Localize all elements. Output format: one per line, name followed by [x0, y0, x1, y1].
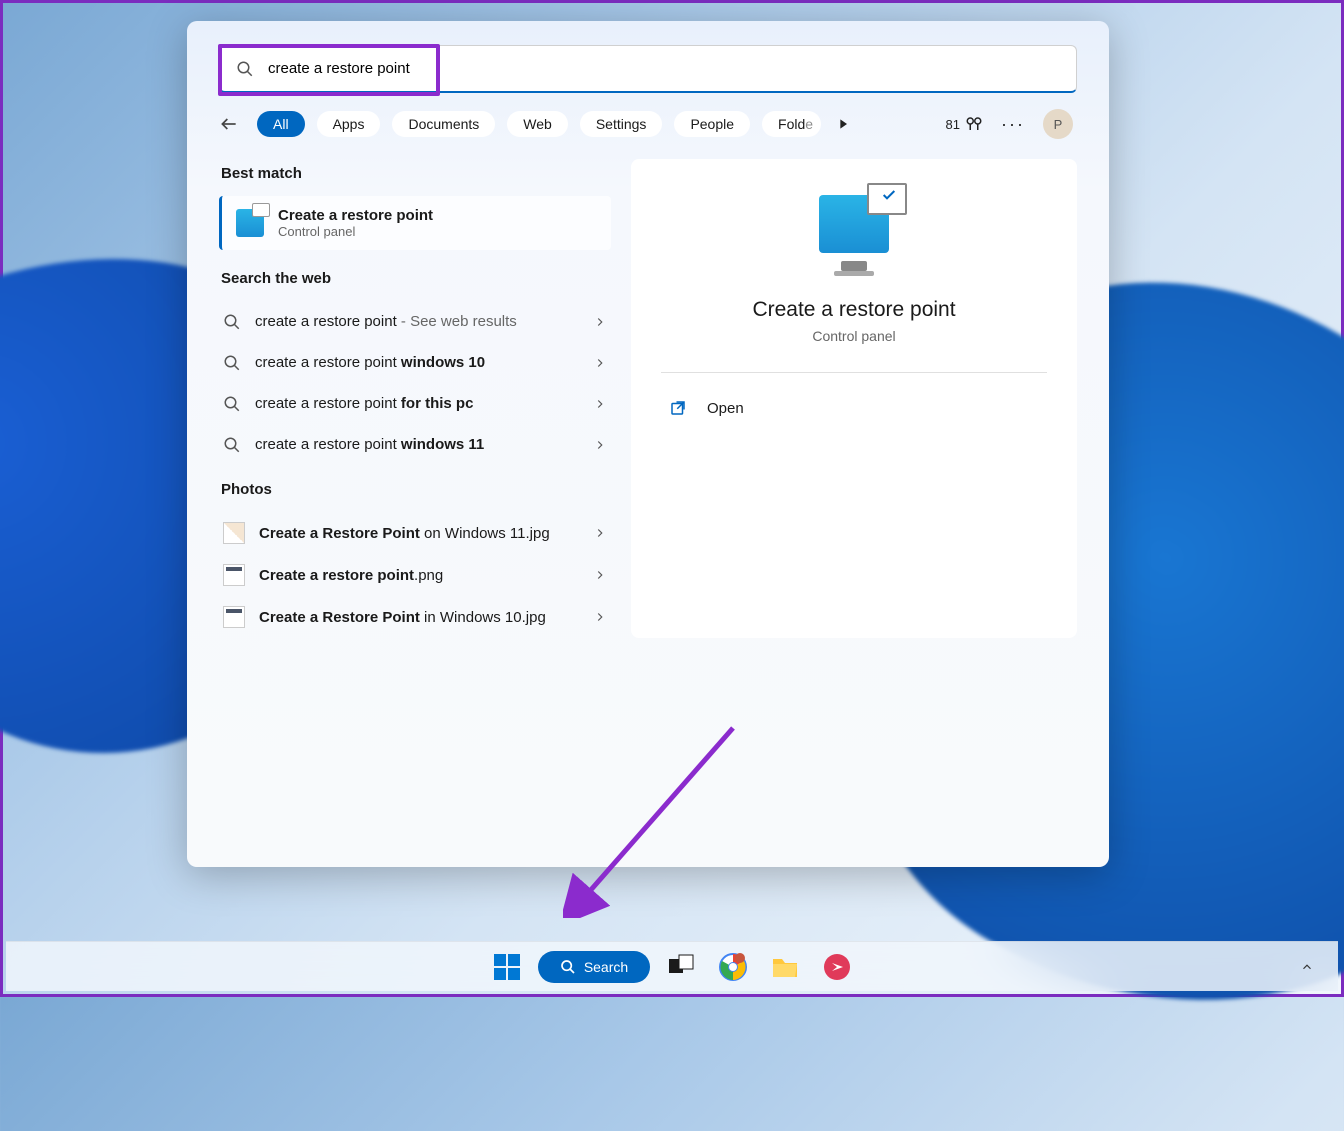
- chevron-right-icon: [593, 315, 607, 329]
- filter-documents[interactable]: Documents: [392, 111, 495, 137]
- image-thumbnail-icon: [223, 606, 245, 628]
- task-view-icon: [667, 953, 695, 981]
- web-result-2[interactable]: create a restore point for this pc: [219, 383, 611, 424]
- chevron-right-icon: [593, 397, 607, 411]
- search-input[interactable]: [268, 60, 1060, 77]
- best-match-heading: Best match: [221, 165, 611, 182]
- search-icon: [236, 60, 254, 78]
- search-icon: [223, 436, 241, 454]
- restore-point-large-icon: [819, 195, 889, 253]
- details-title: Create a restore point: [752, 298, 955, 322]
- filter-apps[interactable]: Apps: [317, 111, 381, 137]
- photos-heading: Photos: [221, 481, 611, 498]
- photo-result-0[interactable]: Create a Restore Point on Windows 11.jpg: [219, 512, 611, 554]
- photo-result-text: Create a restore point.png: [259, 565, 579, 586]
- web-result-1[interactable]: create a restore point windows 10: [219, 342, 611, 383]
- photo-result-1[interactable]: Create a restore point.png: [219, 554, 611, 596]
- windows-logo-icon: [494, 954, 520, 980]
- user-avatar[interactable]: P: [1043, 109, 1073, 139]
- filter-web[interactable]: Web: [507, 111, 568, 137]
- best-match-item[interactable]: Create a restore point Control panel: [219, 196, 611, 250]
- monitor-base-decor: [834, 271, 874, 276]
- start-button[interactable]: [486, 946, 528, 988]
- search-icon: [223, 354, 241, 372]
- open-action[interactable]: Open: [661, 393, 1047, 423]
- file-explorer-button[interactable]: [764, 946, 806, 988]
- monitor-stand-decor: [841, 261, 867, 271]
- open-external-icon: [669, 399, 687, 417]
- results-left-column: Best match Create a restore point Contro…: [219, 159, 611, 638]
- results-content: Best match Create a restore point Contro…: [219, 159, 1077, 638]
- chevron-right-icon: [593, 356, 607, 370]
- open-action-label: Open: [707, 400, 744, 417]
- web-result-3[interactable]: create a restore point windows 11: [219, 424, 611, 465]
- filter-people[interactable]: People: [674, 111, 750, 137]
- filter-row: All Apps Documents Web Settings People F…: [219, 111, 1077, 137]
- search-icon: [223, 395, 241, 413]
- search-icon: [560, 959, 576, 975]
- rewards-points: 81: [946, 117, 960, 132]
- web-result-text: create a restore point windows 10: [255, 352, 579, 373]
- chevron-right-icon: [593, 438, 607, 452]
- search-icon: [223, 313, 241, 331]
- search-web-heading: Search the web: [221, 270, 611, 287]
- details-subtitle: Control panel: [812, 328, 895, 344]
- taskbar: Search: [6, 941, 1338, 991]
- filter-settings[interactable]: Settings: [580, 111, 663, 137]
- web-result-0[interactable]: create a restore point - See web results: [219, 301, 611, 342]
- web-result-text: create a restore point for this pc: [255, 393, 579, 414]
- details-panel: Create a restore point Control panel Ope…: [631, 159, 1077, 638]
- header-actions: 81 ··· P: [946, 109, 1073, 139]
- rewards-icon: [965, 115, 983, 133]
- best-match-title: Create a restore point: [278, 207, 433, 224]
- app-circle-icon: [823, 953, 851, 981]
- search-flyout-panel: All Apps Documents Web Settings People F…: [187, 21, 1109, 867]
- more-options-icon[interactable]: ···: [1001, 114, 1025, 135]
- filter-folders[interactable]: Folde: [762, 111, 821, 137]
- app-button[interactable]: [816, 946, 858, 988]
- chevron-right-icon: [593, 568, 607, 582]
- best-match-subtitle: Control panel: [278, 224, 433, 239]
- chrome-button[interactable]: [712, 946, 754, 988]
- scroll-right-icon[interactable]: [835, 116, 851, 132]
- photo-result-2[interactable]: Create a Restore Point in Windows 10.jpg: [219, 596, 611, 638]
- web-result-text: create a restore point windows 11: [255, 434, 579, 455]
- task-view-button[interactable]: [660, 946, 702, 988]
- image-thumbnail-icon: [223, 564, 245, 586]
- folder-icon: [771, 953, 799, 981]
- taskbar-search-button[interactable]: Search: [538, 951, 650, 983]
- taskbar-search-label: Search: [584, 959, 628, 975]
- chrome-icon: [719, 953, 747, 981]
- photo-result-text: Create a Restore Point in Windows 10.jpg: [259, 607, 579, 628]
- web-result-text: create a restore point - See web results: [255, 311, 579, 332]
- photo-result-text: Create a Restore Point on Windows 11.jpg: [259, 523, 579, 544]
- back-arrow-icon[interactable]: [219, 114, 239, 134]
- chevron-right-icon: [593, 526, 607, 540]
- chevron-right-icon: [593, 610, 607, 624]
- filter-all[interactable]: All: [257, 111, 305, 137]
- divider: [661, 372, 1047, 373]
- image-thumbnail-icon: [223, 522, 245, 544]
- restore-point-icon: [236, 209, 264, 237]
- search-box[interactable]: [219, 45, 1077, 93]
- tray-chevron-up-icon[interactable]: [1300, 960, 1314, 974]
- rewards-badge[interactable]: 81: [946, 115, 983, 133]
